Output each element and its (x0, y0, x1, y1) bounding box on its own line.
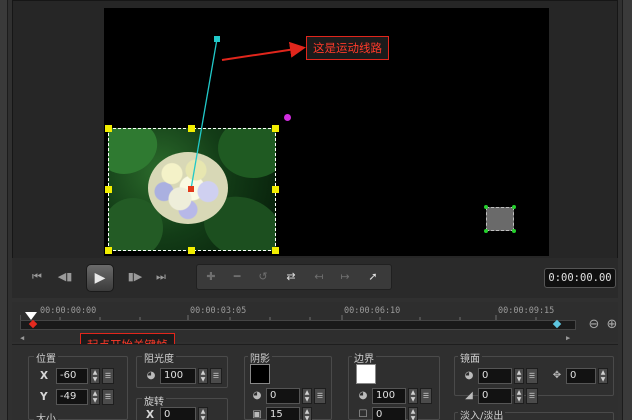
callout-arrow-path (221, 41, 306, 61)
mirror-fade-icon: ◢ (465, 390, 473, 401)
border-width-input[interactable]: 0 (372, 407, 406, 420)
shadow-opacity-dropdown[interactable]: ☰ (314, 388, 326, 404)
opacity-input[interactable]: 100 (160, 368, 196, 384)
motion-path-endpoint[interactable] (214, 36, 220, 42)
mirror-offset-spinner[interactable]: ▲ ▼ (598, 368, 608, 384)
rotation-x-label: X (146, 409, 155, 420)
zoom-out-icon[interactable]: ⊖ (586, 317, 602, 333)
position-x-input[interactable]: -60 (56, 368, 88, 384)
keyframe-track[interactable] (20, 320, 576, 330)
play-icon[interactable]: ▶ (86, 264, 114, 292)
remove-keyframe-icon[interactable]: ━ (226, 266, 248, 288)
skip-end-icon[interactable]: ⏭ (152, 268, 170, 286)
y-axis-label: Y (40, 391, 48, 403)
mirror-fade-dropdown[interactable]: ☰ (526, 388, 538, 404)
shadow-opacity-input[interactable]: 0 (266, 388, 300, 404)
border-width-spinner[interactable]: ▲ ▼ (408, 407, 418, 420)
playhead[interactable] (25, 312, 37, 320)
zoom-in-icon[interactable]: ⊕ (604, 317, 620, 333)
border-label: 边界 (352, 350, 376, 365)
shadow-blur-input[interactable]: 15 (266, 407, 300, 420)
border-opacity-spinner[interactable]: ▲ ▼ (408, 388, 418, 404)
callout-motion-path: 这是运动线路 (306, 36, 389, 60)
opacity-icon: ◕ (146, 370, 156, 381)
shadow-blur-spinner[interactable]: ▲ ▼ (302, 407, 312, 420)
x-axis-label: X (40, 370, 49, 382)
end-position-clip[interactable] (486, 207, 514, 231)
scroll-left-icon[interactable]: ◀ (20, 334, 24, 342)
add-keyframe-icon[interactable]: ✚ (200, 266, 222, 288)
skip-start-icon[interactable]: ⏮ (28, 268, 46, 286)
border-opacity-input[interactable]: 100 (372, 388, 406, 404)
timecode-display[interactable]: 0:00:00.00 (544, 268, 616, 288)
mirror-opacity-input[interactable]: 0 (478, 368, 512, 384)
motion-path-line (190, 38, 218, 190)
mirror-opacity-dropdown[interactable]: ☰ (526, 368, 538, 384)
shadow-color-swatch[interactable] (250, 364, 270, 384)
shadow-opacity-icon: ◕ (252, 390, 262, 401)
opacity-spinner[interactable]: ▲ ▼ (198, 368, 208, 384)
move-icon: ✥ (552, 370, 562, 381)
mirror-fade-spinner[interactable]: ▲ ▼ (514, 388, 524, 404)
anchor-point[interactable] (188, 186, 194, 192)
shadow-label: 阴影 (248, 350, 272, 365)
scroll-right-icon[interactable]: ▶ (566, 334, 570, 342)
end-handle[interactable] (484, 205, 488, 209)
mirror-label: 镜面 (458, 350, 482, 365)
size-label: 大小 (34, 410, 58, 420)
mirror-opacity-icon: ◕ (464, 370, 474, 381)
rotation-label: 旋转 (142, 393, 166, 408)
position-y-spinner[interactable]: ▲ ▼ (90, 389, 100, 405)
shadow-opacity-spinner[interactable]: ▲ ▼ (302, 388, 312, 404)
step-back-icon[interactable]: ◀▮ (56, 268, 74, 286)
mirror-fade-input[interactable]: 0 (478, 388, 512, 404)
rotation-x-input[interactable]: 0 (160, 407, 196, 420)
end-handle[interactable] (484, 229, 488, 233)
swap-keyframe-icon[interactable]: ⇄ (280, 266, 302, 288)
reverse-keyframe-icon[interactable]: ↺ (252, 266, 274, 288)
shadow-blur-icon: ▣ (252, 409, 262, 420)
mirror-offset-input[interactable]: 0 (566, 368, 596, 384)
position-x-dropdown[interactable]: ☰ (102, 368, 114, 384)
next-keyframe-icon[interactable]: ↦ (334, 266, 356, 288)
border-opacity-icon: ◕ (358, 390, 368, 401)
end-handle[interactable] (512, 229, 516, 233)
rotation-x-spinner[interactable]: ▲ ▼ (198, 407, 208, 420)
position-x-spinner[interactable]: ▲ ▼ (90, 368, 100, 384)
fade-label: 淡入/淡出 (458, 407, 506, 420)
border-color-swatch[interactable] (356, 364, 376, 384)
end-handle[interactable] (512, 205, 516, 209)
step-forward-icon[interactable]: ▮▶ (126, 268, 144, 286)
smooth-path-icon[interactable]: ➚ (362, 266, 384, 288)
position-y-input[interactable]: -49 (56, 389, 88, 405)
mirror-opacity-spinner[interactable]: ▲ ▼ (514, 368, 524, 384)
border-width-icon: ☐ (358, 409, 368, 420)
border-opacity-dropdown[interactable]: ☰ (420, 388, 432, 404)
prev-keyframe-icon[interactable]: ↤ (308, 266, 330, 288)
position-y-dropdown[interactable]: ☰ (102, 389, 114, 405)
position-label: 位置 (34, 350, 58, 365)
opacity-dropdown[interactable]: ☰ (210, 368, 222, 384)
opacity-label: 阻光度 (142, 350, 176, 365)
